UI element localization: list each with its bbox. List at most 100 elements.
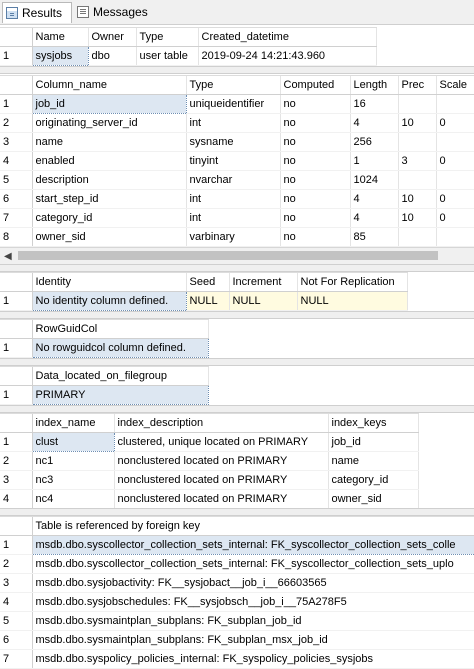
grid-cell[interactable]: 10 <box>398 113 437 133</box>
column-header[interactable]: index_name <box>32 414 115 433</box>
grid-cell[interactable]: start_step_id <box>32 189 187 209</box>
column-header[interactable]: Created_datetime <box>198 28 377 47</box>
grid-cell[interactable]: msdb.dbo.sysjobschedules: FK__sysjobsch_… <box>32 592 474 612</box>
grid-cell[interactable]: clustered, unique located on PRIMARY <box>114 432 329 452</box>
column-header[interactable]: Owner <box>88 28 137 47</box>
grid-cell[interactable]: msdb.dbo.sysmaintplan_subplans: FK_subpl… <box>32 611 474 631</box>
result-grid-rowguidcol[interactable]: RowGuidCol 1 No rowguidcol column defined. <box>0 319 209 358</box>
column-header[interactable]: Type <box>136 28 199 47</box>
table-row[interactable]: 4 msdb.dbo.sysjobschedules: FK__sysjobsch… <box>0 592 474 612</box>
scrollbar-thumb[interactable] <box>18 251 438 260</box>
grid-separator[interactable] <box>0 405 474 413</box>
table-row[interactable]: 4 nc4 nonclustered located on PRIMARY owner… <box>0 489 419 509</box>
grid-cell[interactable]: 0 <box>436 151 474 171</box>
grid-cell[interactable]: originating_server_id <box>32 113 187 133</box>
column-header[interactable]: Increment <box>229 273 298 292</box>
table-row[interactable]: 6 start_step_id int no 4 10 0 <box>0 189 474 209</box>
grid-cell[interactable]: msdb.dbo.syscollector_collection_sets_in… <box>31 535 474 555</box>
grid-cell[interactable] <box>398 132 437 152</box>
grid-cell[interactable]: no <box>280 189 351 209</box>
table-row[interactable]: 7 msdb.dbo.syspolicy_policies_internal: F… <box>0 649 474 669</box>
table-row[interactable]: 2 nc1 nonclustered located on PRIMARY name <box>0 451 419 471</box>
grid-cell[interactable]: no <box>280 113 351 133</box>
row-number[interactable]: 4 <box>0 489 33 509</box>
result-grid-identity[interactable]: Identity Seed Increment Not For Replication… <box>0 272 408 311</box>
table-row[interactable]: 2 originating_server_id int no 4 10 0 <box>0 113 474 133</box>
row-number[interactable]: 4 <box>0 592 33 612</box>
table-row[interactable]: 4 enabled tinyint no 1 3 0 <box>0 151 474 171</box>
table-row[interactable]: 1 No rowguidcol column defined. <box>0 338 209 358</box>
grid-cell[interactable]: 16 <box>350 94 399 114</box>
column-header[interactable]: Name <box>32 28 89 47</box>
column-header[interactable]: Computed <box>280 76 351 95</box>
table-row[interactable]: 6 msdb.dbo.sysmaintplan_subplans: FK_subp… <box>0 630 474 650</box>
grid-cell[interactable] <box>436 94 474 114</box>
grid-cell[interactable]: no <box>280 170 351 190</box>
result-grid-foreign-keys[interactable]: Table is referenced by foreign key 1 msdb.… <box>0 516 474 669</box>
grid-cell[interactable]: int <box>186 113 281 133</box>
row-number[interactable]: 6 <box>0 630 33 650</box>
column-header[interactable]: RowGuidCol <box>32 320 209 339</box>
grid-cell[interactable]: nvarchar <box>186 170 281 190</box>
result-grid-filegroup[interactable]: Data_located_on_filegroup 1 PRIMARY <box>0 366 209 405</box>
tab-results[interactable]: Results <box>2 2 72 23</box>
row-number[interactable]: 7 <box>0 208 33 228</box>
row-number[interactable]: 1 <box>0 338 33 358</box>
grid-cell[interactable]: no <box>280 132 351 152</box>
table-row[interactable]: 3 name sysname no 256 <box>0 132 474 152</box>
grid-separator[interactable] <box>0 311 474 319</box>
table-row[interactable]: 1 job_id uniqueidentifier no 16 <box>0 94 474 114</box>
grid-cell[interactable]: 4 <box>350 113 399 133</box>
row-number[interactable]: 3 <box>0 573 33 593</box>
grid-cell[interactable]: dbo <box>88 46 137 66</box>
table-row[interactable]: 7 category_id int no 4 10 0 <box>0 208 474 228</box>
grid-corner[interactable] <box>0 367 33 386</box>
grid-cell[interactable]: enabled <box>32 151 187 171</box>
column-header[interactable]: Scale <box>436 76 474 95</box>
row-number[interactable]: 1 <box>0 94 33 114</box>
horizontal-scrollbar[interactable]: ◀ <box>0 247 474 265</box>
grid-cell[interactable]: no <box>280 94 351 114</box>
grid-cell[interactable]: 4 <box>350 208 399 228</box>
grid-cell[interactable]: clust <box>31 432 115 452</box>
grid-cell[interactable]: 1 <box>350 151 399 171</box>
column-header[interactable]: index_keys <box>328 414 419 433</box>
row-number[interactable]: 2 <box>0 451 33 471</box>
grid-cell[interactable]: no <box>280 208 351 228</box>
grid-cell[interactable]: nonclustered located on PRIMARY <box>114 451 329 471</box>
tab-messages[interactable]: Messages <box>74 2 162 22</box>
grid-cell[interactable]: nonclustered located on PRIMARY <box>114 470 329 490</box>
grid-cell[interactable]: no <box>280 151 351 171</box>
grid-cell[interactable]: description <box>32 170 187 190</box>
grid-separator[interactable] <box>0 358 474 366</box>
row-number[interactable]: 3 <box>0 132 33 152</box>
grid-cell[interactable]: NULL <box>297 291 408 311</box>
row-number[interactable]: 1 <box>0 432 33 452</box>
grid-cell[interactable]: msdb.dbo.sysjobactivity: FK__sysjobact__… <box>32 573 474 593</box>
grid-cell[interactable]: 2019-09-24 14:21:43.960 <box>198 46 377 66</box>
scroll-left-icon[interactable]: ◀ <box>4 251 12 262</box>
row-number[interactable]: 1 <box>0 535 33 555</box>
column-header[interactable]: index_description <box>114 414 329 433</box>
grid-cell[interactable]: PRIMARY <box>31 385 209 405</box>
grid-cell[interactable]: 4 <box>350 189 399 209</box>
grid-cell[interactable]: 10 <box>398 208 437 228</box>
row-number[interactable]: 2 <box>0 554 33 574</box>
grid-cell[interactable]: NULL <box>229 291 298 311</box>
table-row[interactable]: 2 msdb.dbo.syscollector_collection_sets_i… <box>0 554 474 574</box>
grid-cell[interactable]: 256 <box>350 132 399 152</box>
grid-cell[interactable]: msdb.dbo.syspolicy_policies_internal: FK… <box>32 649 474 669</box>
grid-cell[interactable]: No identity column defined. <box>31 291 187 311</box>
grid-cell[interactable]: msdb.dbo.sysmaintplan_subplans: FK_subpl… <box>32 630 474 650</box>
grid-cell[interactable]: 0 <box>436 113 474 133</box>
table-row[interactable]: 5 description nvarchar no 1024 <box>0 170 474 190</box>
grid-cell[interactable]: owner_sid <box>328 489 419 509</box>
column-header[interactable]: Data_located_on_filegroup <box>32 367 209 386</box>
row-number[interactable]: 4 <box>0 151 33 171</box>
column-header[interactable]: Not For Replication <box>297 273 408 292</box>
row-number[interactable]: 7 <box>0 649 33 669</box>
column-header[interactable]: Column_name <box>32 76 187 95</box>
column-header[interactable]: Seed <box>186 273 230 292</box>
grid-cell[interactable]: nonclustered located on PRIMARY <box>114 489 329 509</box>
column-header[interactable]: Type <box>186 76 281 95</box>
